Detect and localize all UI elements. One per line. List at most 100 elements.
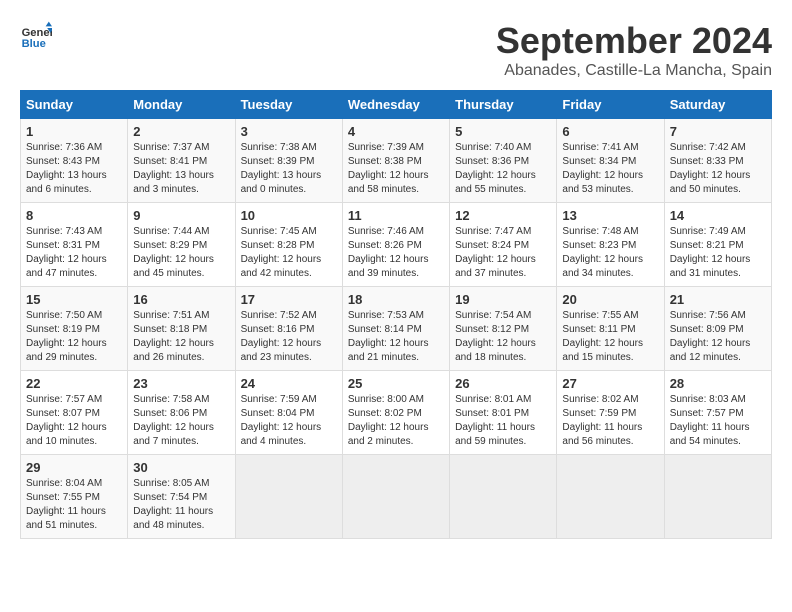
day-info: Sunrise: 7:40 AM Sunset: 8:36 PM Dayligh… — [455, 141, 551, 197]
calendar-row: 8 Sunrise: 7:43 AM Sunset: 8:31 PM Dayli… — [21, 203, 772, 287]
day-number: 20 — [562, 292, 658, 307]
day-number: 26 — [455, 376, 551, 391]
day-info: Sunrise: 7:53 AM Sunset: 8:14 PM Dayligh… — [348, 309, 444, 365]
day-number: 12 — [455, 208, 551, 223]
day-info: Sunrise: 8:00 AM Sunset: 8:02 PM Dayligh… — [348, 393, 444, 449]
day-info: Sunrise: 8:04 AM Sunset: 7:55 PM Dayligh… — [26, 477, 122, 533]
day-number: 18 — [348, 292, 444, 307]
day-number: 16 — [133, 292, 229, 307]
header: General Blue September 2024 Abanades, Ca… — [20, 20, 772, 80]
table-row: 7 Sunrise: 7:42 AM Sunset: 8:33 PM Dayli… — [664, 119, 771, 203]
day-info: Sunrise: 7:58 AM Sunset: 8:06 PM Dayligh… — [133, 393, 229, 449]
logo: General Blue — [20, 20, 52, 52]
day-info: Sunrise: 7:47 AM Sunset: 8:24 PM Dayligh… — [455, 225, 551, 281]
day-info: Sunrise: 8:02 AM Sunset: 7:59 PM Dayligh… — [562, 393, 658, 449]
col-thursday: Thursday — [450, 91, 557, 119]
calendar-row: 22 Sunrise: 7:57 AM Sunset: 8:07 PM Dayl… — [21, 371, 772, 455]
table-row: 5 Sunrise: 7:40 AM Sunset: 8:36 PM Dayli… — [450, 119, 557, 203]
table-row — [450, 455, 557, 539]
day-number: 15 — [26, 292, 122, 307]
day-number: 13 — [562, 208, 658, 223]
day-number: 3 — [241, 124, 337, 139]
day-info: Sunrise: 8:03 AM Sunset: 7:57 PM Dayligh… — [670, 393, 766, 449]
day-number: 8 — [26, 208, 122, 223]
day-number: 9 — [133, 208, 229, 223]
day-number: 1 — [26, 124, 122, 139]
table-row — [664, 455, 771, 539]
day-info: Sunrise: 7:56 AM Sunset: 8:09 PM Dayligh… — [670, 309, 766, 365]
table-row: 15 Sunrise: 7:50 AM Sunset: 8:19 PM Dayl… — [21, 287, 128, 371]
day-number: 10 — [241, 208, 337, 223]
month-title: September 2024 — [496, 20, 772, 62]
table-row: 18 Sunrise: 7:53 AM Sunset: 8:14 PM Dayl… — [342, 287, 449, 371]
day-info: Sunrise: 7:57 AM Sunset: 8:07 PM Dayligh… — [26, 393, 122, 449]
day-number: 6 — [562, 124, 658, 139]
table-row: 30 Sunrise: 8:05 AM Sunset: 7:54 PM Dayl… — [128, 455, 235, 539]
table-row: 27 Sunrise: 8:02 AM Sunset: 7:59 PM Dayl… — [557, 371, 664, 455]
day-number: 24 — [241, 376, 337, 391]
calendar-table: Sunday Monday Tuesday Wednesday Thursday… — [20, 90, 772, 539]
day-info: Sunrise: 7:52 AM Sunset: 8:16 PM Dayligh… — [241, 309, 337, 365]
table-row: 14 Sunrise: 7:49 AM Sunset: 8:21 PM Dayl… — [664, 203, 771, 287]
table-row: 2 Sunrise: 7:37 AM Sunset: 8:41 PM Dayli… — [128, 119, 235, 203]
day-number: 14 — [670, 208, 766, 223]
day-number: 17 — [241, 292, 337, 307]
page-container: General Blue September 2024 Abanades, Ca… — [20, 20, 772, 539]
svg-text:Blue: Blue — [22, 38, 46, 50]
table-row — [557, 455, 664, 539]
day-info: Sunrise: 7:46 AM Sunset: 8:26 PM Dayligh… — [348, 225, 444, 281]
table-row: 10 Sunrise: 7:45 AM Sunset: 8:28 PM Dayl… — [235, 203, 342, 287]
calendar-row: 15 Sunrise: 7:50 AM Sunset: 8:19 PM Dayl… — [21, 287, 772, 371]
table-row: 28 Sunrise: 8:03 AM Sunset: 7:57 PM Dayl… — [664, 371, 771, 455]
table-row: 21 Sunrise: 7:56 AM Sunset: 8:09 PM Dayl… — [664, 287, 771, 371]
day-number: 28 — [670, 376, 766, 391]
svg-text:General: General — [22, 27, 52, 39]
day-info: Sunrise: 8:01 AM Sunset: 8:01 PM Dayligh… — [455, 393, 551, 449]
calendar-row: 1 Sunrise: 7:36 AM Sunset: 8:43 PM Dayli… — [21, 119, 772, 203]
col-monday: Monday — [128, 91, 235, 119]
day-info: Sunrise: 7:45 AM Sunset: 8:28 PM Dayligh… — [241, 225, 337, 281]
day-info: Sunrise: 8:05 AM Sunset: 7:54 PM Dayligh… — [133, 477, 229, 533]
table-row: 26 Sunrise: 8:01 AM Sunset: 8:01 PM Dayl… — [450, 371, 557, 455]
day-number: 19 — [455, 292, 551, 307]
day-number: 4 — [348, 124, 444, 139]
table-row: 22 Sunrise: 7:57 AM Sunset: 8:07 PM Dayl… — [21, 371, 128, 455]
day-number: 29 — [26, 460, 122, 475]
day-info: Sunrise: 7:37 AM Sunset: 8:41 PM Dayligh… — [133, 141, 229, 197]
day-number: 2 — [133, 124, 229, 139]
table-row: 23 Sunrise: 7:58 AM Sunset: 8:06 PM Dayl… — [128, 371, 235, 455]
day-number: 11 — [348, 208, 444, 223]
table-row: 29 Sunrise: 8:04 AM Sunset: 7:55 PM Dayl… — [21, 455, 128, 539]
table-row: 13 Sunrise: 7:48 AM Sunset: 8:23 PM Dayl… — [557, 203, 664, 287]
table-row: 11 Sunrise: 7:46 AM Sunset: 8:26 PM Dayl… — [342, 203, 449, 287]
day-info: Sunrise: 7:43 AM Sunset: 8:31 PM Dayligh… — [26, 225, 122, 281]
day-info: Sunrise: 7:41 AM Sunset: 8:34 PM Dayligh… — [562, 141, 658, 197]
header-row: Sunday Monday Tuesday Wednesday Thursday… — [21, 91, 772, 119]
col-tuesday: Tuesday — [235, 91, 342, 119]
day-info: Sunrise: 7:59 AM Sunset: 8:04 PM Dayligh… — [241, 393, 337, 449]
table-row: 9 Sunrise: 7:44 AM Sunset: 8:29 PM Dayli… — [128, 203, 235, 287]
title-block: September 2024 Abanades, Castille-La Man… — [496, 20, 772, 80]
table-row: 16 Sunrise: 7:51 AM Sunset: 8:18 PM Dayl… — [128, 287, 235, 371]
table-row: 3 Sunrise: 7:38 AM Sunset: 8:39 PM Dayli… — [235, 119, 342, 203]
day-info: Sunrise: 7:55 AM Sunset: 8:11 PM Dayligh… — [562, 309, 658, 365]
day-number: 22 — [26, 376, 122, 391]
day-info: Sunrise: 7:44 AM Sunset: 8:29 PM Dayligh… — [133, 225, 229, 281]
table-row — [342, 455, 449, 539]
table-row: 25 Sunrise: 8:00 AM Sunset: 8:02 PM Dayl… — [342, 371, 449, 455]
table-row: 17 Sunrise: 7:52 AM Sunset: 8:16 PM Dayl… — [235, 287, 342, 371]
day-info: Sunrise: 7:38 AM Sunset: 8:39 PM Dayligh… — [241, 141, 337, 197]
day-number: 30 — [133, 460, 229, 475]
day-info: Sunrise: 7:39 AM Sunset: 8:38 PM Dayligh… — [348, 141, 444, 197]
day-info: Sunrise: 7:49 AM Sunset: 8:21 PM Dayligh… — [670, 225, 766, 281]
table-row: 8 Sunrise: 7:43 AM Sunset: 8:31 PM Dayli… — [21, 203, 128, 287]
day-info: Sunrise: 7:42 AM Sunset: 8:33 PM Dayligh… — [670, 141, 766, 197]
table-row: 24 Sunrise: 7:59 AM Sunset: 8:04 PM Dayl… — [235, 371, 342, 455]
table-row: 6 Sunrise: 7:41 AM Sunset: 8:34 PM Dayli… — [557, 119, 664, 203]
table-row — [235, 455, 342, 539]
col-wednesday: Wednesday — [342, 91, 449, 119]
calendar-row: 29 Sunrise: 8:04 AM Sunset: 7:55 PM Dayl… — [21, 455, 772, 539]
location-title: Abanades, Castille-La Mancha, Spain — [496, 62, 772, 80]
table-row: 12 Sunrise: 7:47 AM Sunset: 8:24 PM Dayl… — [450, 203, 557, 287]
day-number: 5 — [455, 124, 551, 139]
